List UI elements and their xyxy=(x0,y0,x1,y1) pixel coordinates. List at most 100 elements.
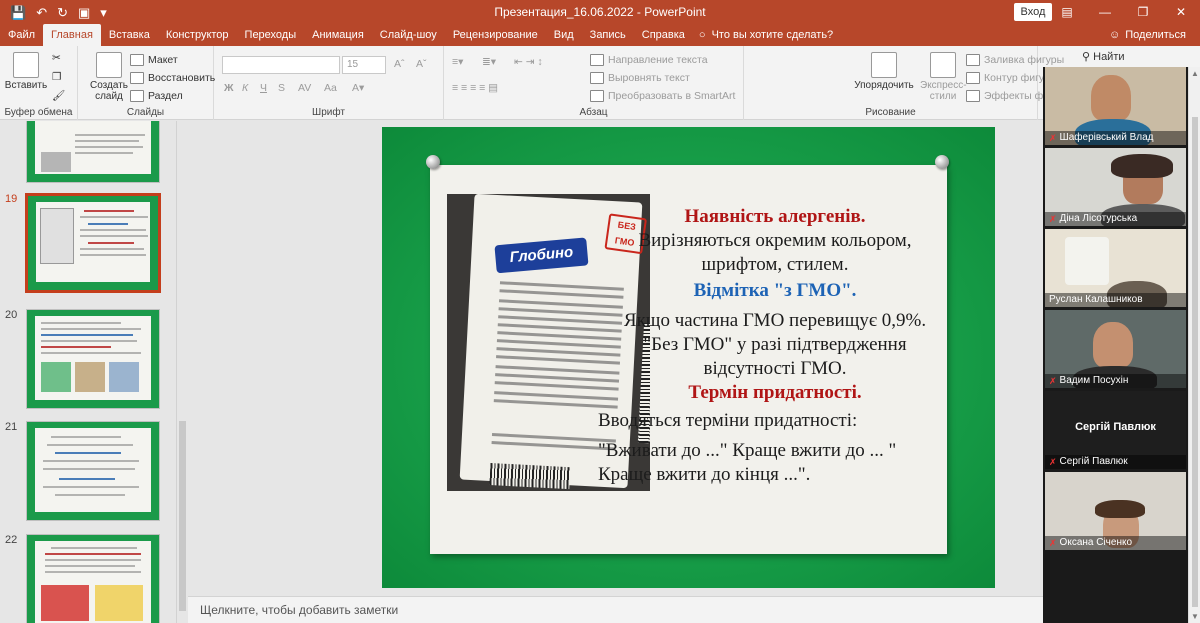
title-bar: 💾 ↶ ↻ ▣ ▾ Презентация_16.06.2022 - Power… xyxy=(0,0,1200,24)
scrollbar-thumb[interactable] xyxy=(1192,117,1198,607)
thumb-text-line xyxy=(80,254,146,256)
strikethrough-button[interactable]: S xyxy=(278,82,285,94)
slide-thumbnail-20[interactable] xyxy=(26,309,160,409)
grow-font-icon[interactable]: Aˆ xyxy=(394,58,405,70)
arrange-button[interactable]: Упорядочить xyxy=(854,52,914,91)
participant-tile[interactable]: Сергій Павлюк ✗ Сергій Павлюк xyxy=(1045,391,1186,469)
thumb-text-line xyxy=(80,229,146,231)
powerpoint-window: 💾 ↶ ↻ ▣ ▾ Презентация_16.06.2022 - Power… xyxy=(0,0,1200,623)
numbering-icon[interactable]: ≣▾ xyxy=(482,56,496,68)
thumb-image xyxy=(40,208,74,264)
font-name-combo[interactable] xyxy=(222,56,340,74)
thumbnail-scrollbar[interactable] xyxy=(176,121,188,623)
redo-icon[interactable]: ↻ xyxy=(57,6,68,19)
font-group-label: Шрифт xyxy=(312,107,345,118)
align-icons[interactable]: ≡ ≡ ≡ ≡ ▤ xyxy=(452,82,498,94)
section-icon xyxy=(130,90,144,102)
customize-qat-icon[interactable]: ▾ xyxy=(100,6,107,19)
save-icon[interactable]: 💾 xyxy=(10,6,26,19)
font-color-icon[interactable]: A▾ xyxy=(352,82,364,94)
label-text-line xyxy=(499,289,624,299)
section-label: Раздел xyxy=(148,90,183,102)
tab-transitions[interactable]: Переходы xyxy=(237,24,305,46)
text-direction-button[interactable]: Направление текста xyxy=(590,54,708,66)
thumb-image xyxy=(41,585,89,621)
char-spacing-button[interactable]: AV xyxy=(298,82,311,94)
font-size-combo[interactable]: 15 xyxy=(342,56,386,74)
tell-me-search[interactable]: ○ Что вы хотите сделать? xyxy=(699,24,833,46)
participant-tile[interactable]: ✗ Оксана Січенко xyxy=(1045,472,1186,550)
participant-tile[interactable]: ✗ Шаферівський Влад xyxy=(1045,67,1186,145)
font-group: 15 Aˆ Aˇ Ж К Ч S AV Aa A▾ Шрифт xyxy=(214,46,444,120)
format-painter-icon[interactable]: 🖌 xyxy=(52,89,65,102)
undo-icon[interactable]: ↶ xyxy=(36,6,47,19)
participant-name: Руслан Калашников xyxy=(1049,294,1143,305)
ribbon-display-icon[interactable]: ▤ xyxy=(1048,0,1086,24)
slide-thumbnail-19[interactable] xyxy=(25,193,161,293)
tab-animations[interactable]: Анимация xyxy=(304,24,372,46)
section-button[interactable]: Раздел xyxy=(130,90,183,102)
slide-text-box[interactable]: Наявність алергенів. Вирізняються окреми… xyxy=(598,205,940,487)
cut-icon[interactable]: ✂ xyxy=(52,52,61,64)
minimize-icon[interactable]: — xyxy=(1086,0,1124,24)
slideshow-icon[interactable]: ▣ xyxy=(78,6,90,19)
participant-tile[interactable]: ✗ Вадим Посухін xyxy=(1045,310,1186,388)
underline-button[interactable]: Ч xyxy=(260,82,267,94)
participants-scrollbar[interactable]: ▲ ▼ xyxy=(1188,67,1200,623)
thumbnail-paper xyxy=(35,541,151,623)
text-direction-icon xyxy=(590,54,604,66)
shape-fill-button[interactable]: Заливка фигуры xyxy=(966,54,1064,66)
indent-icons[interactable]: ⇤ ⇥ ↕ xyxy=(514,56,543,68)
slide-thumbnail-18[interactable] xyxy=(26,121,160,183)
quick-styles-button[interactable]: Экспресс-стили xyxy=(920,52,967,102)
tab-slideshow[interactable]: Слайд-шоу xyxy=(372,24,445,46)
italic-button[interactable]: К xyxy=(242,82,248,94)
copy-icon[interactable]: ❐ xyxy=(52,71,61,83)
change-case-button[interactable]: Aa xyxy=(324,82,337,94)
thumb-text-line xyxy=(41,322,121,324)
sign-in-button[interactable]: Вход xyxy=(1014,3,1052,21)
tab-insert[interactable]: Вставка xyxy=(101,24,158,46)
tab-view[interactable]: Вид xyxy=(546,24,582,46)
notes-pane[interactable]: Щелкните, чтобы добавить заметки xyxy=(188,596,1043,623)
slide-editor: Глобино БЕЗ ГМО Наявність алергенів. Вир… xyxy=(188,121,1043,595)
participant-hair xyxy=(1095,500,1145,518)
muted-mic-icon: ✗ xyxy=(1049,214,1057,224)
close-icon[interactable]: ✕ xyxy=(1162,0,1200,24)
participant-face xyxy=(1093,322,1133,368)
participant-name: Вадим Посухін xyxy=(1059,375,1129,386)
tab-help[interactable]: Справка xyxy=(634,24,693,46)
participant-name-bar: ✗ Шаферівський Влад xyxy=(1045,131,1186,145)
scroll-up-icon[interactable]: ▲ xyxy=(1191,69,1199,78)
participant-tile[interactable]: ✗ Діна Лісотурська xyxy=(1045,148,1186,226)
current-slide[interactable]: Глобино БЕЗ ГМО Наявність алергенів. Вир… xyxy=(382,127,995,588)
scrollbar-thumb[interactable] xyxy=(179,421,186,611)
tab-record[interactable]: Запись xyxy=(582,24,634,46)
share-button[interactable]: ☺ Поделиться xyxy=(1109,24,1186,46)
restore-icon[interactable]: ❐ xyxy=(1124,0,1162,24)
muted-mic-icon: ✗ xyxy=(1049,457,1057,467)
slide-thumbnail-22[interactable] xyxy=(26,534,160,623)
layout-icon xyxy=(130,54,144,66)
shrink-font-icon[interactable]: Aˇ xyxy=(416,58,427,70)
find-button[interactable]: ⚲ Найти xyxy=(1082,50,1125,63)
quick-styles-icon xyxy=(930,52,956,78)
tab-design[interactable]: Конструктор xyxy=(158,24,237,46)
scroll-down-icon[interactable]: ▼ xyxy=(1191,612,1199,621)
bold-button[interactable]: Ж xyxy=(224,82,234,94)
reset-button[interactable]: Восстановить xyxy=(130,72,215,84)
tab-file[interactable]: Файл xyxy=(0,24,43,46)
paste-button[interactable]: Вставить xyxy=(4,52,48,91)
bullets-icon[interactable]: ≡▾ xyxy=(452,56,463,68)
participant-tile[interactable]: Руслан Калашников xyxy=(1045,229,1186,307)
smartart-button[interactable]: Преобразовать в SmartArt xyxy=(590,90,735,102)
slide-thumbnail-21[interactable] xyxy=(26,421,160,521)
new-slide-button[interactable]: Создать слайд xyxy=(88,52,130,102)
layout-button[interactable]: Макет xyxy=(130,54,178,66)
align-text-button[interactable]: Выровнять текст xyxy=(590,72,690,84)
thumb-text-line xyxy=(55,494,125,496)
tab-review[interactable]: Рецензирование xyxy=(445,24,546,46)
thumb-text-line xyxy=(41,328,141,330)
quick-access-toolbar: 💾 ↶ ↻ ▣ ▾ xyxy=(0,6,180,19)
tab-home[interactable]: Главная xyxy=(43,24,101,46)
